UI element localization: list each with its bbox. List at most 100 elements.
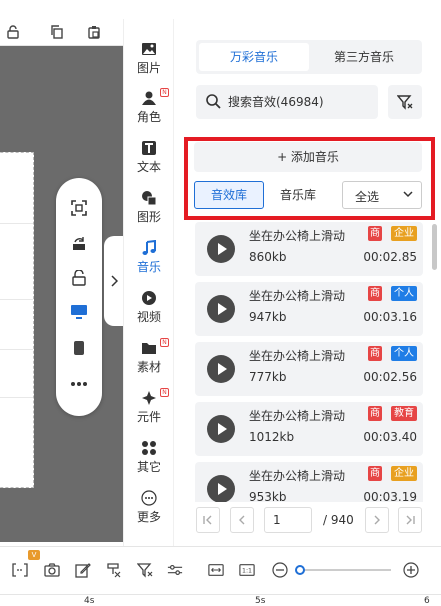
track-list-scrollbar[interactable] [432,224,437,270]
rotate-icon[interactable] [69,234,89,254]
paste-icon[interactable] [87,25,101,39]
track-item[interactable]: 坐在办公椅上滑动 1012kb 00:03.40 商 教育 [195,402,423,456]
next-page-button[interactable] [365,507,389,533]
tab-third-party-music[interactable]: 第三方音乐 [309,43,419,71]
chevron-right-icon [374,515,380,525]
svg-text:1:1: 1:1 [242,568,252,575]
floating-toolbar [56,178,102,416]
filter-button[interactable] [388,85,422,119]
commercial-badge: 商 [368,286,382,301]
rail-item-character[interactable]: N 角色 [124,88,174,125]
rail-item-shape[interactable]: 图形 [124,190,174,225]
canvas-page[interactable] [0,152,34,488]
page-guideline [0,349,33,350]
play-icon[interactable] [207,235,235,263]
mobile-view-icon[interactable] [69,338,89,358]
canvas-toolbar [0,19,123,46]
last-page-button[interactable] [398,507,422,533]
timeline-ruler[interactable]: 4s 5s 6 [0,594,441,606]
track-title: 坐在办公椅上滑动 [249,409,346,423]
tab-wancai-music[interactable]: 万彩音乐 [199,43,309,71]
play-icon[interactable] [207,355,235,383]
play-icon[interactable] [207,415,235,443]
track-size: 860kb [249,250,287,264]
rail-item-video[interactable]: 视频 [124,290,174,325]
timeline-mark: 6 [424,596,430,606]
chevron-right-icon [110,275,118,287]
zoom-slider-track[interactable] [297,569,391,571]
edit-icon[interactable] [75,562,91,578]
license-badge: 企业 [391,226,417,241]
search-input[interactable] [228,93,373,111]
timeline-mark: 4s [84,596,95,606]
track-item[interactable]: 坐在办公椅上滑动 947kb 00:03.16 商 个人 [195,282,423,336]
zoom-slider-handle[interactable] [295,565,305,575]
folder-icon [142,343,156,354]
fit-width-icon[interactable] [208,562,224,578]
lock-icon[interactable] [69,268,89,288]
component-icon [142,391,156,405]
commercial-badge: 商 [368,466,382,481]
license-badge: 个人 [391,286,417,301]
camera-icon[interactable] [44,562,60,578]
play-icon[interactable] [207,475,235,502]
rail-item-image[interactable]: 图片 [124,41,174,76]
track-duration: 00:02.56 [363,370,417,384]
track-item[interactable]: 坐在办公椅上滑动 953kb 00:03.19 商 企业 [195,462,423,502]
license-badge: 教育 [391,406,417,421]
track-item[interactable]: 坐在办公椅上滑动 860kb 00:02.85 商 企业 [195,222,423,276]
zoom-in-icon[interactable] [403,562,419,578]
more-options-icon[interactable] [69,374,89,394]
track-title: 坐在办公椅上滑动 [249,289,346,303]
rail-item-assets[interactable]: N 素材 [124,338,174,375]
zoom-out-icon[interactable] [272,562,288,578]
page-number-input[interactable] [264,507,312,533]
grid-icon [142,441,156,455]
track-size: 947kb [249,310,287,324]
track-duration: 00:03.16 [363,310,417,324]
rail-item-others[interactable]: 其它 [124,440,174,475]
highlight-annotation-box [184,137,435,220]
rail-item-component[interactable]: N 元件 [124,388,174,425]
video-icon [142,291,156,305]
panel-collapse-handle[interactable] [104,236,123,326]
rail-item-music[interactable]: 音乐 [124,240,174,275]
rail-item-text[interactable]: 文本 [124,140,174,175]
new-badge: N [160,388,169,397]
rail-item-more[interactable]: 更多 [124,490,174,525]
adjust-icon[interactable] [167,562,183,578]
more-icon [141,490,157,506]
unlock-icon[interactable] [6,25,20,39]
track-size: 1012kb [249,430,295,444]
first-page-icon [203,515,212,525]
commercial-badge: 商 [368,226,382,241]
fit-screen-icon[interactable] [69,198,89,218]
track-size: 777kb [249,370,287,384]
track-list: 坐在办公椅上滑动 860kb 00:02.85 商 企业 坐在办公椅上滑动 94… [195,222,423,502]
first-page-button[interactable] [196,507,220,533]
license-badge: 企业 [391,466,417,481]
search-icon [206,94,221,109]
prev-page-button[interactable] [230,507,254,533]
actual-size-icon[interactable]: 1:1 [239,562,255,578]
brush-icon[interactable] [106,562,122,578]
image-icon [142,43,156,55]
track-duration: 00:03.19 [363,490,417,502]
page-total: / 940 [323,513,354,527]
search-box [196,85,378,119]
page-guideline [0,223,33,224]
track-duration: 00:03.40 [363,430,417,444]
license-badge: 个人 [391,346,417,361]
desktop-view-icon[interactable] [69,302,89,322]
track-duration: 00:02.85 [363,250,417,264]
split-icon[interactable] [12,562,28,578]
copy-icon[interactable] [50,25,64,39]
page-guideline [0,299,33,300]
play-icon[interactable] [207,295,235,323]
canvas-area[interactable] [0,46,123,542]
filter-clear-icon[interactable] [137,562,153,578]
track-item[interactable]: 坐在办公椅上滑动 777kb 00:02.56 商 个人 [195,342,423,396]
chevron-left-icon [239,515,245,525]
new-badge: N [160,338,169,347]
track-title: 坐在办公椅上滑动 [249,469,346,483]
